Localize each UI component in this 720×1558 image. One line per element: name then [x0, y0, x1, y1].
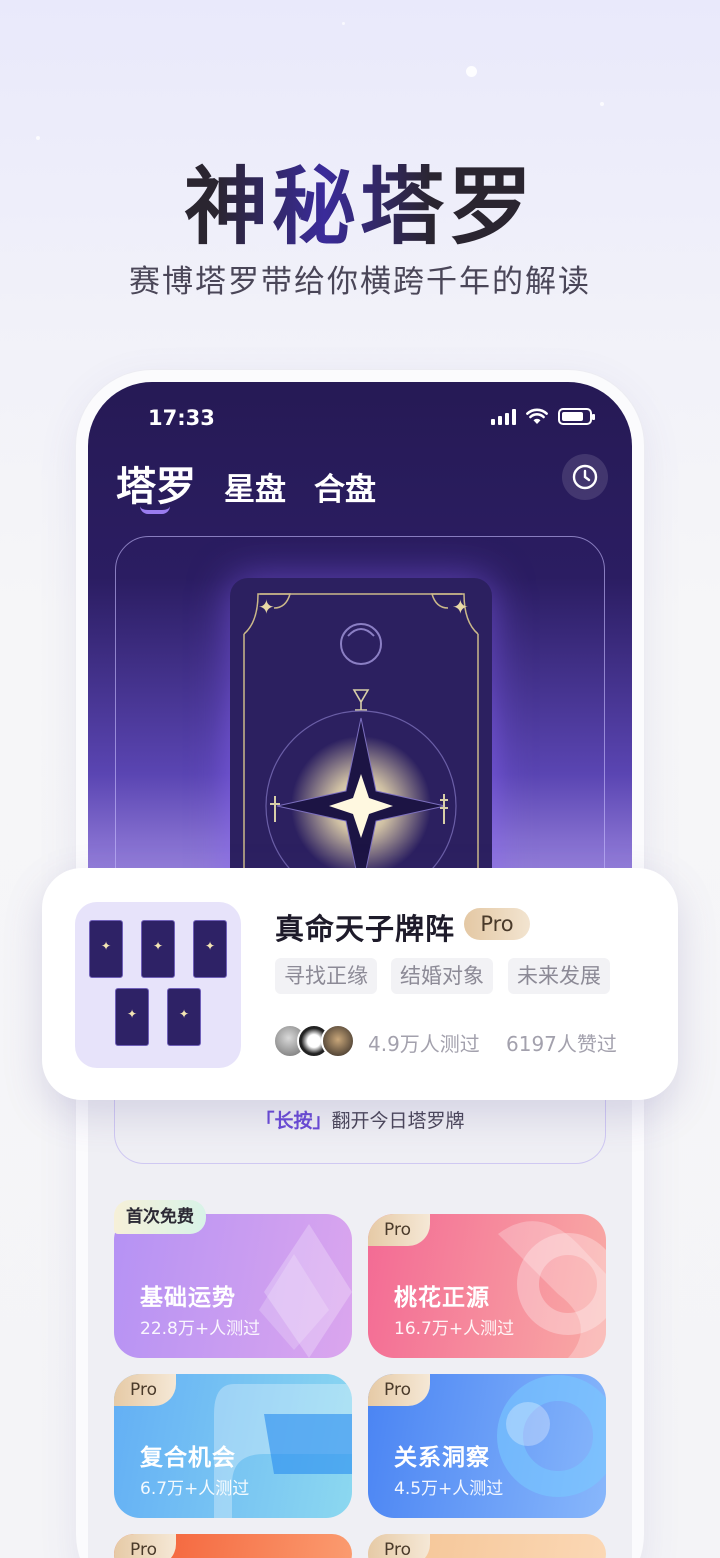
- mini-tarot-card: [115, 988, 149, 1046]
- tile-partial[interactable]: Pro: [368, 1534, 606, 1558]
- avatar: [321, 1024, 355, 1058]
- tile-pro-badge: Pro: [368, 1374, 430, 1406]
- history-button[interactable]: [562, 454, 608, 500]
- status-icons: [491, 408, 595, 425]
- tile-count: 16.7万+人测过: [394, 1319, 515, 1339]
- signal-icon: [491, 408, 516, 425]
- featured-spread-card[interactable]: 真命天子牌阵 Pro 寻找正缘 结婚对象 未来发展 4.9万人测过 6197人赞…: [42, 868, 678, 1100]
- tab-tarot[interactable]: 塔罗: [116, 454, 196, 512]
- tile-pro-badge: Pro: [114, 1534, 176, 1558]
- liked-count: 6197人赞过: [506, 1032, 617, 1056]
- mini-tarot-card: [193, 920, 227, 978]
- tile-partial[interactable]: Pro: [114, 1534, 352, 1558]
- mini-tarot-card: [167, 988, 201, 1046]
- battery-icon: [558, 408, 595, 425]
- mini-tarot-card: [141, 920, 175, 978]
- spread-title: 真命天子牌阵: [275, 912, 456, 946]
- spread-thumbnail: [75, 902, 241, 1068]
- pro-badge: Pro: [464, 908, 530, 940]
- tile-reunion[interactable]: Pro 复合机会 6.7万+人测过: [114, 1374, 352, 1518]
- tile-pro-badge: Pro: [368, 1534, 430, 1558]
- tile-title: 复合机会: [140, 1445, 236, 1471]
- clock-icon: [572, 464, 598, 490]
- tab-astrology[interactable]: 星盘: [224, 464, 286, 509]
- tested-count: 4.9万人测过: [368, 1032, 480, 1056]
- spread-tag: 未来发展: [508, 958, 610, 994]
- decor-star: [600, 102, 604, 106]
- hero-title: 神秘塔罗: [0, 140, 720, 261]
- status-time: 17:33: [148, 406, 215, 430]
- spread-tag: 寻找正缘: [275, 958, 377, 994]
- mini-tarot-card: [89, 920, 123, 978]
- tile-title: 关系洞察: [394, 1445, 490, 1471]
- tile-peach-blossom[interactable]: Pro 桃花正源 16.7万+人测过: [368, 1214, 606, 1358]
- decor-star: [466, 66, 477, 77]
- tile-title: 基础运势: [140, 1285, 236, 1311]
- tile-count: 6.7万+人测过: [140, 1479, 250, 1499]
- user-avatars: [273, 1024, 355, 1058]
- tile-count: 22.8万+人测过: [140, 1319, 261, 1339]
- first-free-badge: 首次免费: [114, 1200, 206, 1234]
- spread-tag: 结婚对象: [391, 958, 493, 994]
- tile-pro-badge: Pro: [368, 1214, 430, 1246]
- svg-text:✦: ✦: [258, 595, 275, 619]
- tile-pro-badge: Pro: [114, 1374, 176, 1406]
- long-press-hint[interactable]: 「长按」翻开今日塔罗牌: [0, 1106, 720, 1133]
- hero-subtitle: 赛博塔罗带给你横跨千年的解读: [129, 264, 591, 300]
- wifi-icon: [526, 408, 548, 424]
- decor-star: [342, 22, 345, 25]
- svg-text:✦: ✦: [452, 595, 469, 619]
- tab-synastry[interactable]: 合盘: [314, 464, 376, 509]
- hint-label: 翻开今日塔罗牌: [331, 1110, 465, 1132]
- hint-highlight: 「长按」: [255, 1110, 332, 1132]
- tile-title: 桃花正源: [394, 1285, 490, 1311]
- tile-count: 4.5万+人测过: [394, 1479, 504, 1499]
- tile-basic-fortune[interactable]: 基础运势 22.8万+人测过: [114, 1214, 352, 1358]
- tile-relationship-insight[interactable]: Pro 关系洞察 4.5万+人测过: [368, 1374, 606, 1518]
- active-tab-indicator: [140, 506, 170, 514]
- top-tabs: 塔罗 星盘 合盘: [116, 454, 376, 512]
